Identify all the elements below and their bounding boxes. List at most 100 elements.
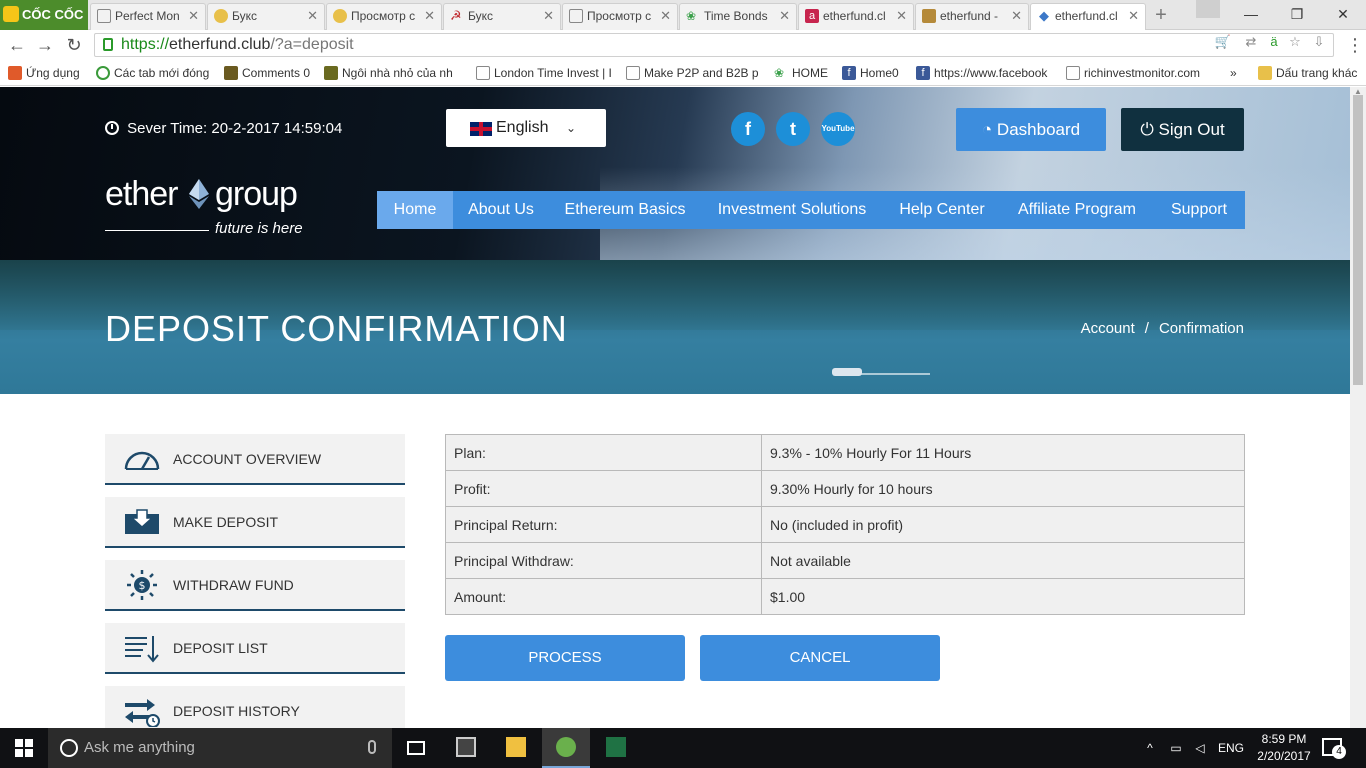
sidebar-item-account-overview[interactable]: ACCOUNT OVERVIEW bbox=[105, 434, 405, 485]
bookmark-item[interactable]: ❀ HOME bbox=[774, 64, 834, 82]
sign-out-button[interactable]: ⏻ Sign Out bbox=[1121, 108, 1244, 151]
tab-close-icon[interactable]: ✕ bbox=[1128, 4, 1139, 28]
tab-close-icon[interactable]: ✕ bbox=[307, 4, 318, 28]
browser-tab[interactable]: ❀ Time Bonds ✕ bbox=[679, 3, 797, 30]
amount-value: $1.00 bbox=[761, 578, 1245, 615]
browser-menu-icon[interactable]: ⋮ bbox=[1346, 34, 1364, 56]
svg-text:$: $ bbox=[139, 579, 146, 592]
browser-logo[interactable]: CỐC CỐC bbox=[0, 0, 88, 30]
nav-affiliate-program[interactable]: Affiliate Program bbox=[1001, 191, 1153, 229]
doc-icon bbox=[97, 9, 111, 23]
tab-title: Perfect Mon bbox=[115, 9, 180, 23]
tab-close-icon[interactable]: ✕ bbox=[896, 4, 907, 28]
browser-tab[interactable]: Просмотр с ✕ bbox=[562, 3, 678, 30]
sidebar-item-deposit-list[interactable]: DEPOSIT LIST bbox=[105, 623, 405, 674]
forward-button[interactable]: → bbox=[34, 34, 56, 56]
volume-icon[interactable]: ◁ bbox=[1190, 728, 1210, 768]
browser-tab[interactable]: Букс ✕ bbox=[207, 3, 325, 30]
coccoc-leaf-icon bbox=[3, 6, 19, 22]
tab-close-icon[interactable]: ✕ bbox=[779, 4, 790, 28]
back-button[interactable]: ← bbox=[6, 34, 28, 56]
tab-close-icon[interactable]: ✕ bbox=[543, 4, 554, 28]
browser-tab[interactable]: Perfect Mon ✕ bbox=[90, 3, 206, 30]
vietnamese-input-icon[interactable]: ä bbox=[1265, 34, 1283, 50]
new-tab-button[interactable]: + bbox=[1150, 4, 1172, 26]
show-hidden-icons-button[interactable]: ^ bbox=[1140, 728, 1160, 768]
breadcrumb-account[interactable]: Account bbox=[1081, 320, 1135, 337]
logo-rule bbox=[105, 230, 209, 231]
nav-home[interactable]: Home bbox=[377, 191, 453, 229]
search-placeholder: Ask me anything bbox=[84, 739, 195, 756]
battery-icon[interactable]: ▭ bbox=[1164, 728, 1188, 768]
ethereum-diamond-icon bbox=[189, 179, 209, 209]
facebook-icon[interactable]: f bbox=[731, 112, 765, 146]
dashboard-button[interactable]: ◔ Dashboard bbox=[956, 108, 1106, 151]
bookmark-label: HOME bbox=[792, 66, 828, 80]
browser-tab[interactable]: etherfund - ✕ bbox=[915, 3, 1029, 30]
close-window-button[interactable]: ✕ bbox=[1320, 0, 1366, 28]
cortana-search-box[interactable]: Ask me anything bbox=[48, 728, 392, 768]
shopping-cart-icon[interactable]: 🛒 bbox=[1214, 34, 1232, 50]
maximize-button[interactable]: ❐ bbox=[1274, 0, 1320, 28]
site-logo[interactable]: ether group future is here bbox=[105, 175, 315, 237]
youtube-icon[interactable]: YouTube bbox=[821, 112, 855, 146]
coccoc-browser-app[interactable] bbox=[542, 728, 590, 768]
browser-tab-active[interactable]: ◆ etherfund.cl ✕ bbox=[1030, 3, 1146, 30]
windows-start-button[interactable] bbox=[0, 728, 48, 768]
url-path: /?a=deposit bbox=[270, 36, 354, 53]
browser-tab[interactable]: a etherfund.cl ✕ bbox=[798, 3, 914, 30]
bookmark-item[interactable]: Ứng dụng bbox=[8, 64, 86, 82]
bookmark-item[interactable]: London Time Invest | I bbox=[476, 64, 614, 82]
scroll-up-icon[interactable]: ▲ bbox=[1354, 87, 1362, 96]
sidebar-item-withdraw-fund[interactable]: $ WITHDRAW FUND bbox=[105, 560, 405, 611]
bookmark-item[interactable]: richinvestmonitor.com bbox=[1066, 64, 1202, 82]
nav-help-center[interactable]: Help Center bbox=[883, 191, 1001, 229]
language-selector[interactable]: English ⌄ bbox=[446, 109, 606, 147]
cancel-button[interactable]: CANCEL bbox=[700, 635, 940, 681]
browser-tab[interactable]: Просмотр с ✕ bbox=[326, 3, 442, 30]
microphone-icon[interactable] bbox=[368, 740, 376, 754]
url-input[interactable]: https://etherfund.club/?a=deposit bbox=[94, 33, 1334, 57]
tab-close-icon[interactable]: ✕ bbox=[1011, 4, 1022, 28]
bookmark-item[interactable]: Make P2P and B2B pa bbox=[626, 64, 758, 82]
browser-tabstrip: CỐC CỐC Perfect Mon ✕ Букс ✕ Просмотр с … bbox=[0, 0, 1366, 30]
other-bookmarks-folder[interactable]: Dấu trang khác bbox=[1258, 64, 1362, 82]
browser-tab[interactable]: ☭ Букс ✕ bbox=[443, 3, 561, 30]
excel-app[interactable] bbox=[592, 728, 640, 768]
task-view-button[interactable] bbox=[392, 728, 440, 768]
page-title: DEPOSIT CONFIRMATION bbox=[105, 308, 568, 349]
tab-close-icon[interactable]: ✕ bbox=[188, 4, 199, 28]
bookmark-item[interactable]: Ngôi nhà nhỏ của nh bbox=[324, 64, 464, 82]
page-icon bbox=[1066, 66, 1080, 80]
file-explorer-app[interactable] bbox=[492, 728, 540, 768]
bookmark-item[interactable]: Comments 0 bbox=[224, 64, 316, 82]
page-scrollbar[interactable]: ▲ bbox=[1350, 87, 1366, 728]
nav-ethereum-basics[interactable]: Ethereum Basics bbox=[549, 191, 701, 229]
profile-icon[interactable] bbox=[1196, 0, 1220, 18]
sidebar-item-deposit-history[interactable]: DEPOSIT HISTORY bbox=[105, 686, 405, 728]
reload-button[interactable]: ↻ bbox=[63, 34, 85, 56]
translate-icon[interactable]: ⇄ bbox=[1242, 34, 1260, 50]
nav-investment-solutions[interactable]: Investment Solutions bbox=[701, 191, 883, 229]
download-icon[interactable]: ⇩ bbox=[1310, 34, 1328, 50]
principal-return-value: No (included in profit) bbox=[761, 506, 1245, 543]
tab-title: etherfund - bbox=[940, 9, 999, 23]
sidebar-item-make-deposit[interactable]: MAKE DEPOSIT bbox=[105, 497, 405, 548]
taskbar-clock[interactable]: 8:59 PM 2/20/2017 bbox=[1256, 731, 1312, 765]
bookmark-star-icon[interactable]: ☆ bbox=[1286, 34, 1304, 50]
more-bookmarks-button[interactable]: » bbox=[1230, 64, 1244, 82]
tab-close-icon[interactable]: ✕ bbox=[424, 4, 435, 28]
calculator-app[interactable] bbox=[442, 728, 490, 768]
nav-about-us[interactable]: About Us bbox=[453, 191, 549, 229]
twitter-icon[interactable]: t bbox=[776, 112, 810, 146]
bookmark-label: Các tab mới đóng bbox=[114, 66, 210, 80]
input-language-indicator[interactable]: ENG bbox=[1214, 728, 1248, 768]
bookmark-item[interactable]: Các tab mới đóng bbox=[96, 64, 216, 82]
minimize-button[interactable]: — bbox=[1228, 0, 1274, 28]
bookmark-item[interactable]: f Home0 bbox=[842, 64, 908, 82]
bookmark-item[interactable]: f https://www.facebook bbox=[916, 64, 1052, 82]
scrollbar-thumb[interactable] bbox=[1353, 95, 1363, 385]
nav-support[interactable]: Support bbox=[1153, 191, 1245, 229]
process-button[interactable]: PROCESS bbox=[445, 635, 685, 681]
tab-close-icon[interactable]: ✕ bbox=[660, 4, 671, 28]
